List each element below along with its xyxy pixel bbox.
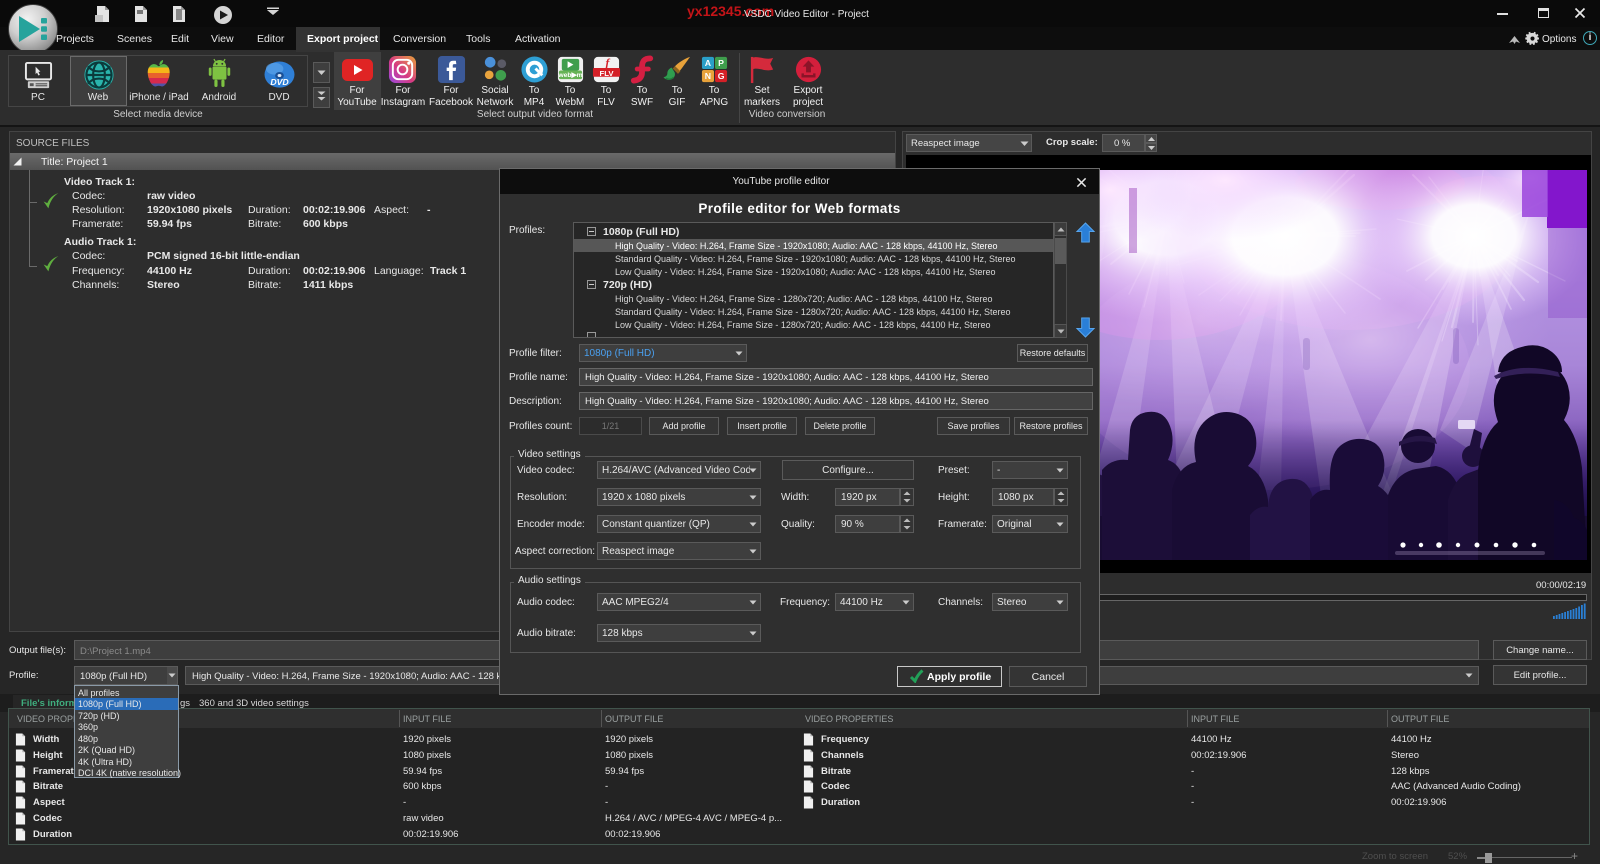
svg-text:G: G — [718, 71, 725, 81]
svg-text:DVD: DVD — [270, 77, 289, 87]
svg-text:web▶m: web▶m — [557, 72, 582, 79]
svg-text:A: A — [705, 58, 712, 68]
svg-text:N: N — [705, 71, 711, 81]
svg-text:FLV: FLV — [599, 69, 614, 78]
svg-text:P: P — [718, 58, 724, 68]
